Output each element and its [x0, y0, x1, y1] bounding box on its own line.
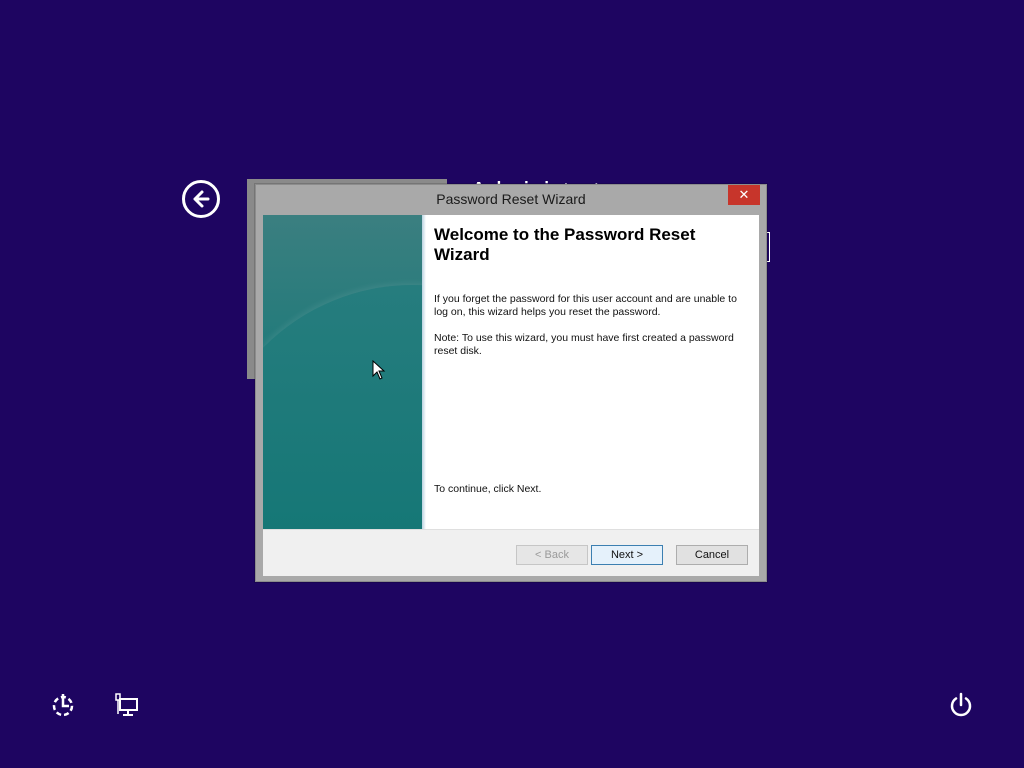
next-button[interactable]: Next >	[591, 545, 663, 565]
wizard-content: Welcome to the Password Reset Wizard If …	[434, 225, 744, 371]
wizard-button-bar: < Back Next > Cancel	[263, 529, 759, 576]
continue-instruction: To continue, click Next.	[434, 483, 542, 495]
power-icon	[950, 692, 972, 717]
network-icon	[115, 693, 138, 716]
power-button[interactable]	[948, 692, 974, 718]
close-icon: ✕	[738, 187, 750, 202]
dialog-title: Password Reset Wizard	[436, 191, 586, 207]
ease-of-access-button[interactable]	[50, 692, 76, 718]
user-name: Administrator	[470, 176, 623, 184]
ease-of-access-icon	[52, 694, 74, 717]
wizard-description: If you forget the password for this user…	[434, 293, 737, 318]
back-wizard-button[interactable]: < Back	[516, 545, 588, 565]
password-reset-wizard-dialog: Password Reset Wizard ✕ Welcome to the P…	[255, 184, 767, 582]
side-image-edge	[422, 215, 426, 529]
title-bar[interactable]: Password Reset Wizard ✕	[256, 185, 766, 215]
wizard-heading: Welcome to the Password Reset Wizard	[434, 225, 696, 264]
cancel-button[interactable]: Cancel	[676, 545, 748, 565]
network-button[interactable]	[114, 692, 140, 718]
side-image-curve	[263, 285, 422, 529]
close-button[interactable]: ✕	[728, 185, 760, 205]
wizard-note: Note: To use this wizard, you must have …	[434, 332, 734, 357]
wizard-side-image	[263, 215, 422, 529]
back-button[interactable]	[182, 180, 220, 218]
wizard-body: Welcome to the Password Reset Wizard If …	[263, 215, 759, 576]
back-arrow-icon	[193, 190, 210, 208]
